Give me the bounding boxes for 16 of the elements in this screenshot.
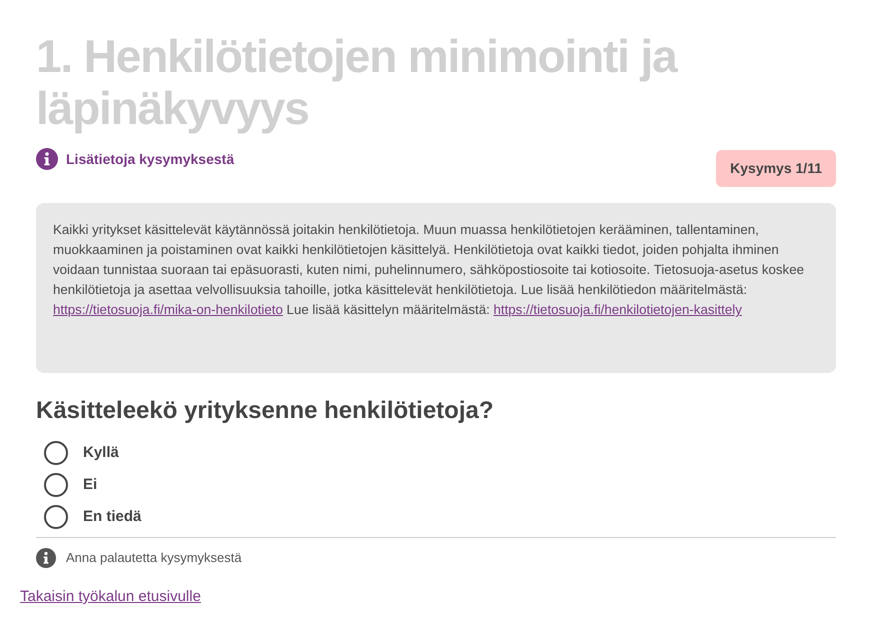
question-heading: Käsitteleekö yrityksenne henkilötietoja? — [36, 396, 494, 426]
radio-button[interactable] — [44, 441, 68, 465]
option-label: Kyllä — [83, 442, 119, 463]
link[interactable]: https://tietosuoja.fi/henkilotietojen-kasittely — [494, 302, 742, 317]
description-text: Kaikki yritykset käsittelevät käytännössä joitakin henkilötietoja. Muun muassa henkilötietojen kerääminen, tallentaminen, muokkaaminen ja poistaminen ovat kaikki henkilötietojen käsittelyä. Henkilötietoja ovat kaikki tiedot, joiden pohjalta ihminen voidaan tunnistaa suoraan tai epäsuorasti, kuten nimi, puhelinnumero, sähköpostiosoite tai kotiosoite. Tietosuoja-asetus koskee henkilötietoja ja asettaa velvollisuuksia tahoille, jotka käsittelevät henkilötietoja. Lue lisää henkilötiedon määritelmästä: https://tietosuoja.fi/mika-on-henkilotieto Lue lisää käsittelyn määritelmästä: https://tietosuoja.fi/henkilotietojen-kasittely — [53, 221, 805, 319]
option-label: Ei — [83, 474, 98, 495]
info-icon — [36, 548, 56, 568]
back-link[interactable]: Takaisin työkalun etusivulle — [20, 586, 201, 608]
feedback-link[interactable]: Anna palautetta kysymyksestä — [66, 548, 242, 568]
question-counter-badge: Kysymys 1/11 — [716, 150, 836, 187]
radio-button[interactable] — [44, 473, 68, 497]
radio-button[interactable] — [44, 505, 68, 529]
info-icon — [36, 148, 58, 170]
link[interactable]: https://tietosuoja.fi/mika-on-henkilotieto — [53, 302, 283, 317]
info-link[interactable]: Lisätietoja kysymyksestä — [36, 148, 234, 170]
option-label: En tiedä — [83, 506, 142, 527]
